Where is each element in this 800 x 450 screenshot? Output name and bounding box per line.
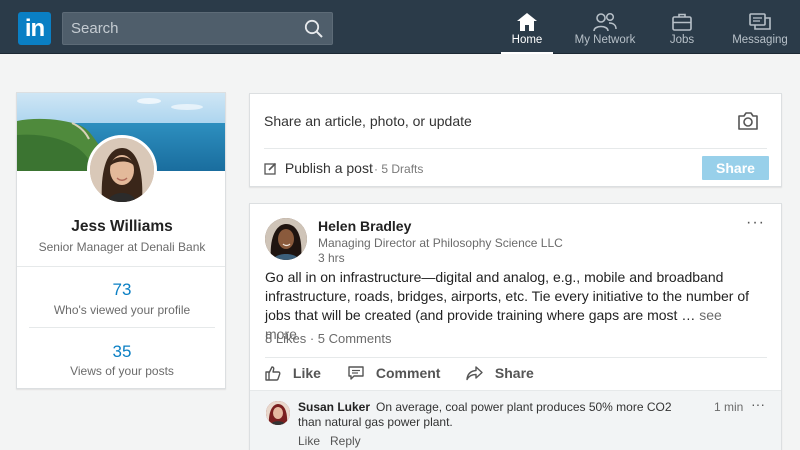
post-author-name[interactable]: Helen Bradley (318, 218, 411, 234)
nav-item-messaging[interactable]: Messaging (728, 8, 792, 54)
comment-button[interactable]: Comment (348, 365, 440, 381)
drafts-count: 5 Drafts (381, 162, 424, 176)
nav-item-label: Messaging (732, 34, 788, 46)
search-icon[interactable] (304, 19, 324, 39)
commenter-name[interactable]: Susan Luker (298, 400, 370, 414)
share-button[interactable]: Share (702, 156, 769, 180)
likes-count[interactable]: 8 Likes (265, 331, 306, 346)
profile-headline: Senior Manager at Denali Bank (38, 240, 206, 254)
comment-section: Susan Luker On average, coal power plant … (250, 390, 781, 450)
author-avatar[interactable] (265, 218, 307, 260)
top-nav-bar: in Home My Network Jobs Messaging (0, 0, 800, 54)
feed-post: Helen Bradley Managing Director at Philo… (249, 203, 782, 450)
divider (265, 357, 767, 358)
nav-item-my-network[interactable]: My Network (571, 8, 639, 54)
post-body-text: Go all in on infrastructure—digital and … (265, 269, 749, 323)
nav-item-jobs[interactable]: Jobs (660, 8, 704, 54)
share-post-label: Share (494, 365, 534, 381)
nav-item-label: My Network (574, 34, 636, 46)
profile-name[interactable]: Jess Williams (17, 218, 225, 236)
post-timestamp: 3 hrs (318, 251, 345, 265)
post-author-headline: Managing Director at Philosophy Science … (318, 236, 563, 250)
network-icon (571, 12, 639, 32)
comment-reply-button[interactable]: Reply (330, 434, 361, 448)
share-update-input[interactable]: Share an article, photo, or update (264, 113, 472, 129)
comment-icon (348, 365, 376, 381)
divider (264, 148, 767, 149)
thumbs-up-icon (265, 365, 293, 381)
publish-post-label: Publish a post (284, 160, 373, 176)
divider (17, 266, 225, 267)
briefcase-icon (660, 12, 704, 32)
nav-item-home[interactable]: Home (501, 8, 553, 54)
messaging-icon (728, 12, 792, 32)
comments-count[interactable]: 5 Comments (318, 331, 392, 346)
comment-body: Susan Luker On average, coal power plant … (298, 400, 698, 430)
share-post-button[interactable]: Share (466, 365, 534, 381)
home-icon (501, 12, 553, 32)
profile-avatar[interactable] (87, 135, 157, 205)
edit-icon (264, 160, 285, 176)
nav-item-label: Home (511, 34, 543, 46)
divider (29, 327, 215, 328)
profile-card: Jess Williams Senior Manager at Denali B… (16, 92, 226, 389)
post-views-count[interactable]: 35 (17, 342, 225, 362)
post-more-options[interactable]: ··· (746, 214, 765, 232)
post-social-counts: 8 Likes · 5 Comments (265, 331, 392, 346)
profile-views-label[interactable]: Who's viewed your profile (17, 303, 225, 317)
search-input[interactable] (63, 13, 293, 44)
search-box (62, 12, 333, 45)
like-button[interactable]: Like (265, 365, 321, 381)
camera-icon[interactable] (737, 111, 759, 131)
comment-like-button[interactable]: Like (298, 434, 320, 448)
comment-timestamp: 1 min (714, 400, 744, 414)
post-views-label[interactable]: Views of your posts (17, 364, 225, 378)
publish-post-link[interactable]: Publish a post (264, 160, 373, 176)
drafts-link[interactable]: · 5 Drafts (374, 162, 423, 176)
linkedin-logo[interactable]: in (18, 12, 51, 45)
profile-views-count[interactable]: 73 (17, 280, 225, 300)
commenter-avatar[interactable] (266, 401, 290, 425)
comment-label: Comment (375, 365, 441, 381)
share-box: Share an article, photo, or update Publi… (249, 93, 782, 187)
share-arrow-icon (466, 365, 495, 381)
nav-item-label: Jobs (669, 34, 695, 46)
comment-more-options[interactable]: ··· (751, 396, 765, 412)
like-label: Like (292, 365, 321, 381)
